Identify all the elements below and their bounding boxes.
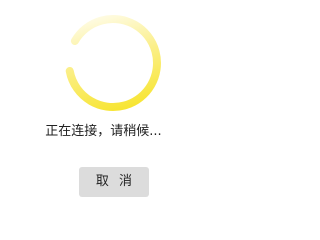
cancel-button[interactable]: 取 消	[79, 167, 149, 197]
connecting-dialog: 正在连接，请稍候... 取 消	[0, 0, 207, 218]
loading-spinner-icon	[65, 14, 161, 111]
spinner-arc	[65, 14, 161, 111]
connecting-status-text: 正在连接，请稍候...	[45, 124, 162, 139]
